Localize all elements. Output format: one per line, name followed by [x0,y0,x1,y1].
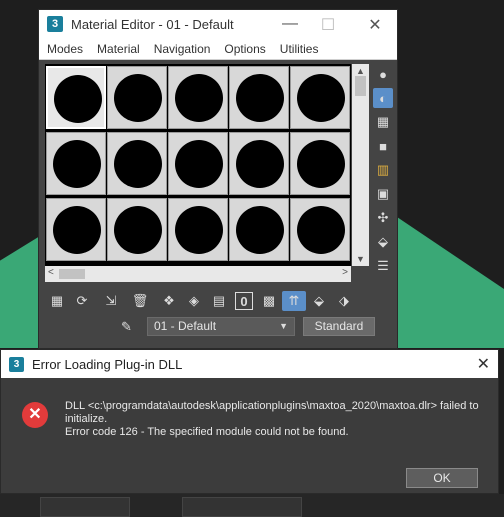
sample-sphere [175,206,223,254]
sample-sphere [54,75,102,123]
bottom-toolbar: ▦ ⟳ ⇲ 🗑 ❖ ◈ ▤ 0 ▩ ⇈ ⬙ ⬗ [45,291,357,313]
maximize-button[interactable]: ☐ [317,15,339,35]
material-map-navigator-icon[interactable]: ☰ [373,256,393,276]
menu-material[interactable]: Material [97,42,140,56]
menu-modes[interactable]: Modes [47,42,83,56]
put-to-scene-icon[interactable]: ⟳ [70,291,94,311]
menu-navigation[interactable]: Navigation [154,42,211,56]
sample-sphere [53,140,101,188]
sample-sphere [175,74,223,122]
dialog-close-button[interactable]: ✕ [477,354,490,374]
sample-sphere [297,206,345,254]
show-shaded-icon[interactable]: ▩ [257,291,281,311]
scroll-thumb[interactable] [355,76,366,96]
sample-sphere [53,206,101,254]
reset-map-icon[interactable]: 🗑 [128,291,152,311]
3dsmax-app-icon: 3 [9,356,24,372]
dialog-title: Error Loading Plug-in DLL [32,356,183,372]
sample-sphere [236,74,284,122]
material-sample-slot[interactable] [46,66,106,129]
material-sample-slot[interactable] [107,198,167,261]
background-panel [182,497,302,517]
vertical-scrollbar[interactable]: ▲ ▼ [352,64,369,266]
material-sample-slot[interactable] [168,132,228,195]
material-id-channel-icon[interactable]: 0 [235,292,253,310]
material-name-field[interactable]: 01 - Default ▼ [147,317,295,336]
material-sample-slot[interactable] [290,198,350,261]
make-preview-icon[interactable]: ▣ [373,184,393,204]
menu-bar: Modes Material Navigation Options Utilit… [39,38,397,60]
error-icon: ✕ [22,402,48,428]
dropdown-arrow-icon[interactable]: ▼ [279,318,288,335]
material-sample-slot[interactable] [107,66,167,129]
message-line: Error code 126 - The specified module co… [65,426,349,438]
viewport-green-shape-left [0,236,40,348]
scroll-thumb[interactable] [59,269,85,279]
material-sample-slot[interactable] [168,198,228,261]
sample-sphere [297,74,345,122]
material-sample-slot[interactable] [168,66,228,129]
sample-sphere [236,140,284,188]
message-line: initialize. [65,413,108,425]
sample-sphere [175,140,223,188]
eyedropper-icon[interactable]: ✎ [121,319,139,335]
error-message: DLL <c:\programdata\autodesk\application… [65,400,493,439]
make-unique-icon[interactable]: ◈ [182,291,206,311]
material-sample-slot[interactable] [107,132,167,195]
error-dialog: 3 Error Loading Plug-in DLL ✕ ✕ DLL <c:\… [0,349,499,494]
sample-sphere [114,140,162,188]
menu-utilities[interactable]: Utilities [280,42,319,56]
copy-material-icon[interactable]: ❖ [157,291,181,311]
background-panel [40,497,130,517]
background-toolbar [0,494,504,517]
scroll-left-icon[interactable]: < [48,267,54,278]
sample-sphere [114,74,162,122]
menu-options[interactable]: Options [224,42,265,56]
ok-button[interactable]: OK [406,468,478,488]
get-material-icon[interactable]: ▦ [45,291,69,311]
window-title: Material Editor - 01 - Default [71,16,234,32]
material-sample-slot[interactable] [229,132,289,195]
backlight-icon[interactable]: ◐ [373,88,393,108]
background-icon[interactable]: ▦ [373,112,393,132]
scroll-down-icon[interactable]: ▼ [356,254,365,264]
sample-slots-grid [45,64,351,266]
material-sample-slot[interactable] [46,132,106,195]
put-to-library-icon[interactable]: ▤ [207,291,231,311]
scroll-up-icon[interactable]: ▲ [356,66,365,76]
go-forward-sibling-icon[interactable]: ⬗ [332,291,356,311]
material-sample-slot[interactable] [290,66,350,129]
video-color-check-icon[interactable]: ▥ [373,160,393,180]
go-to-parent-icon[interactable]: ⬙ [307,291,331,311]
material-editor-window: 3 Material Editor - 01 - Default — ☐ ✕ M… [38,9,398,349]
sample-sphere [236,206,284,254]
sample-sphere [114,206,162,254]
material-sample-slot[interactable] [229,198,289,261]
material-options-icon[interactable]: ✣ [373,208,393,228]
show-end-result-icon[interactable]: ⇈ [282,291,306,311]
sample-uv-tiling-icon[interactable]: ■ [373,136,393,156]
material-sample-slot[interactable] [46,198,106,261]
3dsmax-app-icon: 3 [47,16,63,32]
material-type-button[interactable]: Standard [303,317,375,336]
scroll-right-icon[interactable]: > [342,267,348,278]
viewport-green-shape-right [397,217,504,348]
select-by-material-icon[interactable]: ⬙ [373,232,393,252]
material-editor-titlebar[interactable]: 3 Material Editor - 01 - Default — ☐ ✕ [39,10,397,38]
dialog-titlebar[interactable]: 3 Error Loading Plug-in DLL ✕ [1,350,498,378]
assign-to-selection-icon[interactable]: ⇲ [99,291,123,311]
horizontal-scrollbar[interactable]: < > [45,266,351,282]
material-name-row: ✎ 01 - Default ▼ Standard [121,317,375,336]
sample-sphere [297,140,345,188]
minimize-button[interactable]: — [279,15,301,33]
material-sample-slot[interactable] [290,132,350,195]
material-sample-slot[interactable] [229,66,289,129]
material-name-value: 01 - Default [154,319,217,333]
close-button[interactable]: ✕ [364,15,386,35]
sample-type-icon[interactable]: ● [373,64,393,84]
message-line: DLL <c:\programdata\autodesk\application… [65,400,479,412]
